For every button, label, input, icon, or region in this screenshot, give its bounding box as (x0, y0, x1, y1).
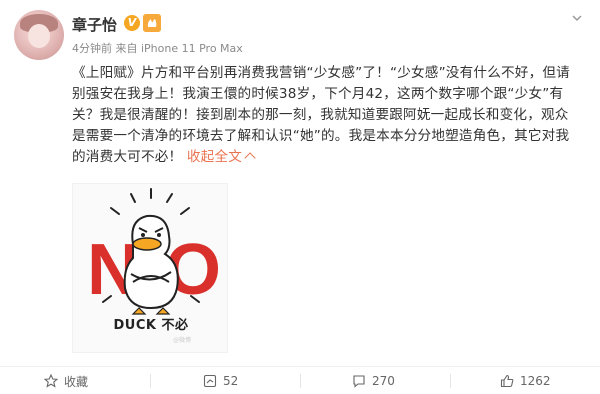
comment-button[interactable]: 270 (352, 367, 395, 394)
repost-icon (203, 374, 217, 388)
weibo-post: 章子怡 V 4分钟前 来自 iPhone 11 Pro Max 《上阳赋》片方和… (0, 0, 600, 394)
post-text: 《上阳赋》片方和平台别再消费我营销“少女感”了！“少女感”没有什么不好，但请别强… (72, 63, 582, 168)
repost-button[interactable]: 52 (203, 367, 238, 394)
vip-badge-icon (143, 14, 161, 32)
thumbs-up-icon (500, 374, 514, 388)
post-image[interactable]: N O DUCK 不必 @微博 (72, 183, 228, 353)
collapse-label: 收起全文 (186, 149, 243, 165)
verified-badge-icon: V (124, 15, 140, 31)
divider (450, 374, 451, 388)
star-icon (44, 374, 58, 388)
favorite-button[interactable]: 收藏 (44, 367, 88, 394)
like-count: 1262 (520, 374, 551, 388)
image-watermark: @微博 (172, 337, 191, 344)
chevron-down-icon[interactable] (571, 12, 583, 24)
avatar-face (28, 24, 50, 48)
favorite-label: 收藏 (64, 374, 89, 389)
comment-icon (353, 375, 365, 388)
username[interactable]: 章子怡 (72, 14, 117, 35)
comment-count: 270 (372, 374, 395, 388)
post-footer: 收藏 52 270 1262 (0, 366, 600, 394)
divider (150, 374, 151, 388)
like-button[interactable]: 1262 (500, 367, 551, 394)
post-body: 《上阳赋》片方和平台别再消费我营销“少女感”了！“少女感”没有什么不好，但请别强… (72, 65, 570, 165)
collapse-link[interactable]: 收起全文 (186, 149, 256, 165)
repost-count: 52 (223, 374, 239, 388)
avatar[interactable] (14, 10, 64, 60)
duck-caption: DUCK 不必 (113, 318, 189, 333)
divider (300, 374, 301, 388)
post-meta: 4分钟前 来自 iPhone 11 Pro Max (72, 42, 243, 55)
chevron-up-icon (244, 152, 256, 164)
